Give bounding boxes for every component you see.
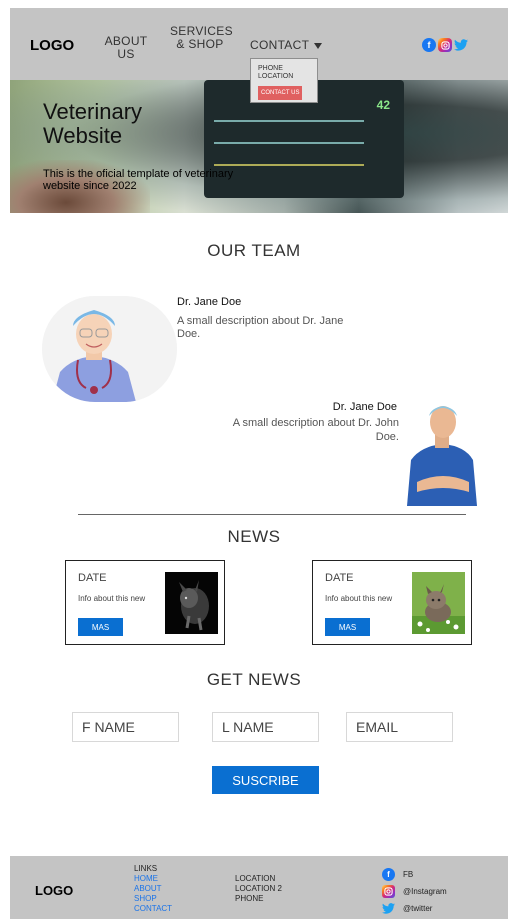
dropdown-item-phone[interactable]: PHONE [258, 65, 317, 73]
news-more-button[interactable]: MAS [325, 618, 370, 636]
contact-us-button[interactable]: CONTACT US [258, 86, 303, 100]
footer-social-twitter[interactable]: @twitter [382, 900, 447, 917]
footer: LOGO LINKS HOME ABOUT SHOP CONTACT LOCAT… [10, 856, 508, 919]
subscribe-button[interactable]: SUSCRIBE [212, 766, 319, 794]
footer-social-label: @twitter [403, 904, 433, 913]
hero-title: Veterinary Website [43, 100, 142, 148]
news-card-image [165, 572, 218, 634]
team-member-description: A small description about Dr. Jane Doe. [177, 315, 344, 340]
news-card-date: DATE [325, 572, 354, 584]
news-card-info: Info about this new [78, 594, 146, 603]
hero-subtitle: This is the oficial template of veterina… [43, 168, 234, 192]
nav-services[interactable]: SERVICES & SHOP [170, 25, 233, 51]
footer-social-fb[interactable]: f FB [382, 866, 447, 883]
nav-contact-label: CONTACT [250, 38, 310, 52]
team-member-name: Dr. Jane Doe [177, 296, 242, 308]
team-member-description: A small description about Dr. John Doe. [232, 417, 399, 443]
caret-down-icon [314, 42, 323, 49]
twitter-icon [382, 902, 395, 915]
team-member-photo [42, 296, 177, 402]
footer-link-contact[interactable]: CONTACT [134, 904, 172, 914]
instagram-icon[interactable] [438, 38, 452, 52]
footer-links: LINKS HOME ABOUT SHOP CONTACT [134, 864, 172, 914]
team-title: OUR TEAM [207, 241, 301, 260]
nav-contact[interactable]: CONTACT [250, 39, 330, 52]
footer-social-label: FB [403, 870, 414, 879]
footer-locations: LOCATION LOCATION 2 PHONE [235, 874, 282, 904]
facebook-icon: f [382, 868, 395, 881]
news-title: NEWS [227, 527, 281, 546]
dropdown-item-location[interactable]: LOCATION [258, 73, 317, 81]
team-member-photo [403, 400, 477, 506]
instagram-icon [382, 885, 395, 898]
get-news-title: GET NEWS [206, 670, 302, 689]
contact-dropdown: PHONE LOCATION CONTACT US [250, 58, 318, 103]
footer-logo[interactable]: LOGO [35, 883, 73, 898]
news-card-info: Info about this new [325, 594, 393, 603]
footer-social: f FB @Instagram @twitter [382, 866, 447, 917]
news-more-button[interactable]: MAS [78, 618, 123, 636]
facebook-icon[interactable]: f [422, 38, 436, 52]
news-card-date: DATE [78, 572, 107, 584]
footer-link-about[interactable]: ABOUT [134, 884, 172, 894]
footer-link-shop[interactable]: SHOP [134, 894, 172, 904]
twitter-icon[interactable] [454, 38, 468, 52]
news-card: DATE Info about this new MAS [65, 560, 225, 645]
footer-link-home[interactable]: HOME [134, 874, 172, 884]
news-card-image [412, 572, 465, 634]
footer-location: LOCATION 2 [235, 884, 282, 893]
footer-phone: PHONE [235, 894, 264, 903]
hero-title-line1: Veterinary [43, 99, 143, 124]
last-name-input[interactable] [212, 712, 319, 742]
footer-links-title: LINKS [134, 864, 158, 873]
footer-social-label: @Instagram [403, 887, 447, 896]
footer-location: LOCATION [235, 874, 276, 883]
footer-social-instagram[interactable]: @Instagram [382, 883, 447, 900]
first-name-input[interactable] [72, 712, 179, 742]
header-logo[interactable]: LOGO [30, 37, 74, 54]
page: LOGO ABOUT US SERVICES & SHOP CONTACT f … [0, 0, 508, 919]
section-divider [78, 514, 466, 515]
header-social: f [422, 38, 468, 52]
team-member-name: Dr. Jane Doe [332, 401, 397, 413]
monitor-value: 42 [376, 98, 390, 112]
news-card: DATE Info about this new MAS [312, 560, 472, 645]
nav-about[interactable]: ABOUT US [104, 35, 148, 61]
hero-title-line2: Website [43, 123, 123, 148]
email-input[interactable] [346, 712, 453, 742]
